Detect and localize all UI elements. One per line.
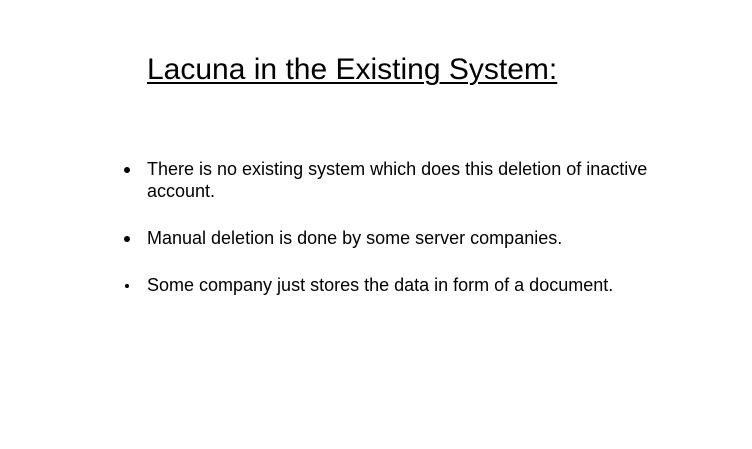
bullet-list: There is no existing system which does t…	[0, 158, 752, 296]
bullet-text: Manual deletion is done by some server c…	[147, 228, 563, 248]
bullet-item: Manual deletion is done by some server c…	[0, 227, 687, 249]
bullet-icon	[125, 284, 129, 288]
slide: Lacuna in the Existing System: There is …	[0, 0, 752, 449]
bullet-icon	[124, 167, 130, 173]
bullet-text: There is no existing system which does t…	[147, 159, 648, 201]
bullet-icon	[124, 236, 130, 242]
bullet-text: Some company just stores the data in for…	[147, 275, 614, 295]
slide-title: Lacuna in the Existing System:	[147, 53, 558, 86]
bullet-item: Some company just stores the data in for…	[0, 274, 687, 296]
bullet-item: There is no existing system which does t…	[0, 158, 687, 202]
